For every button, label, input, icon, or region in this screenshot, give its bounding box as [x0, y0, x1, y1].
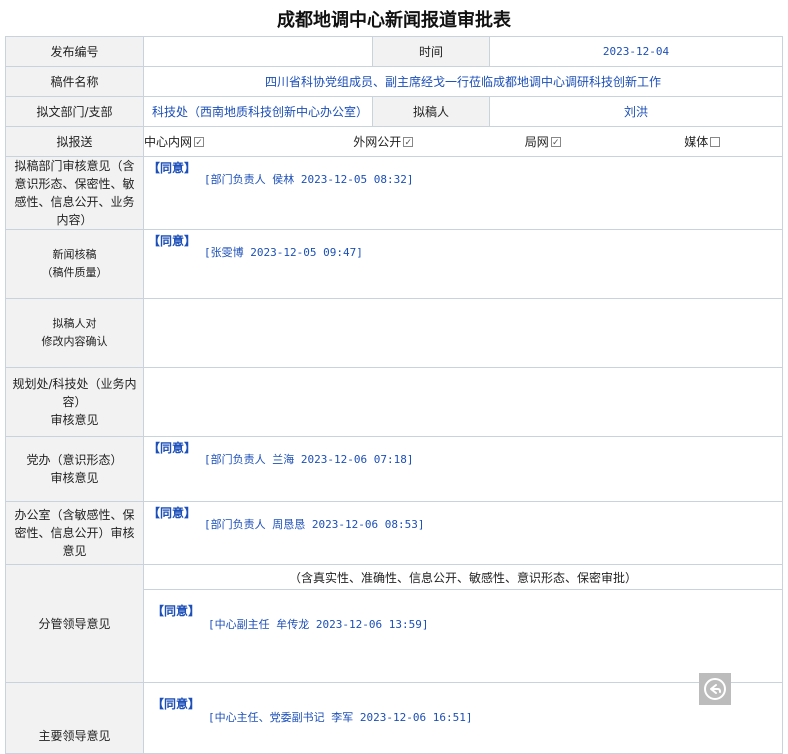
serial-value [143, 36, 373, 67]
serial-label: 发布编号 [5, 36, 144, 67]
dept-agree: 【同意】 [148, 161, 197, 175]
dept-signature: [部门负责人 侯林 2023-12-05 08:32] [204, 173, 414, 186]
manuscript-value: 四川省科协党组成员、副主席经戈一行莅临成都地调中心调研科技创新工作 [143, 66, 783, 97]
time-label: 时间 [372, 36, 490, 67]
reply-button[interactable] [699, 673, 731, 705]
page-title: 成都地调中心新闻报道审批表 [277, 10, 511, 31]
send-option-bureau: 局网 ✓ [524, 135, 561, 149]
send-option-public: 外网公开 ✓ [353, 135, 414, 149]
reply-icon [704, 678, 726, 700]
leader-note: （含真实性、准确性、信息公开、敏感性、意识形态、保密审批） [143, 564, 783, 590]
intranet-checkbox[interactable]: ✓ [194, 136, 205, 148]
planning-value [143, 367, 783, 437]
author-confirm-value [143, 298, 783, 368]
bureau-checkbox[interactable]: ✓ [550, 136, 561, 148]
author-value: 刘洪 [489, 96, 783, 127]
send-options: 中心内网 ✓ 外网公开 ✓ 局网 ✓ 媒体 [144, 128, 782, 156]
party-label: 党办（意识形态） 审核意见 [5, 436, 144, 502]
news-review-label: 新闻核稿 （稿件质量） [5, 229, 144, 299]
media-checkbox[interactable] [710, 136, 721, 147]
approval-table: 发布编号 时间 2023-12-04 稿件名称 四川省科协党组成员、副主席经戈一… [5, 36, 783, 754]
send-option-intranet: 中心内网 ✓ [144, 135, 205, 149]
leader-agree: 【同意】 [152, 604, 201, 618]
dept-label: 拟文部门/支部 [5, 96, 144, 127]
send-option-media: 媒体 [623, 133, 783, 150]
dept-opinion-label: 拟稿部门审核意见（含意识形态、保密性、敏感性、信息公开、业务内容） [5, 156, 144, 230]
main-leader-label: 主要领导意见 [5, 682, 144, 754]
news-signature: [张雯博 2023-12-05 09:47] [204, 246, 363, 259]
author-confirm-label: 拟稿人对 修改内容确认 [5, 298, 144, 368]
office-agree: 【同意】 [148, 506, 197, 520]
author-label: 拟稿人 [372, 96, 490, 127]
party-signature: [部门负责人 兰海 2023-12-06 07:18] [204, 453, 414, 466]
dept-value: 科技处（西南地质科技创新中心办公室） [143, 96, 373, 127]
public-checkbox[interactable]: ✓ [403, 136, 414, 148]
time-value: 2023-12-04 [489, 36, 783, 67]
leader-signature: [中心副主任 牟传龙 2023-12-06 13:59] [208, 618, 429, 631]
main-leader-agree: 【同意】 [152, 697, 201, 711]
office-label: 办公室（含敏感性、保密性、信息公开）审核意见 [5, 501, 144, 565]
office-signature: [部门负责人 周恳恳 2023-12-06 08:53] [204, 518, 425, 531]
main-leader-signature: [中心主任、党委副书记 李军 2023-12-06 16:51] [208, 711, 473, 724]
party-agree: 【同意】 [148, 441, 197, 455]
send-label: 拟报送 [5, 126, 144, 157]
planning-label: 规划处/科技处（业务内容） 审核意见 [5, 367, 144, 437]
news-agree: 【同意】 [148, 234, 197, 248]
leader-label: 分管领导意见 [5, 564, 144, 683]
manuscript-label: 稿件名称 [5, 66, 144, 97]
